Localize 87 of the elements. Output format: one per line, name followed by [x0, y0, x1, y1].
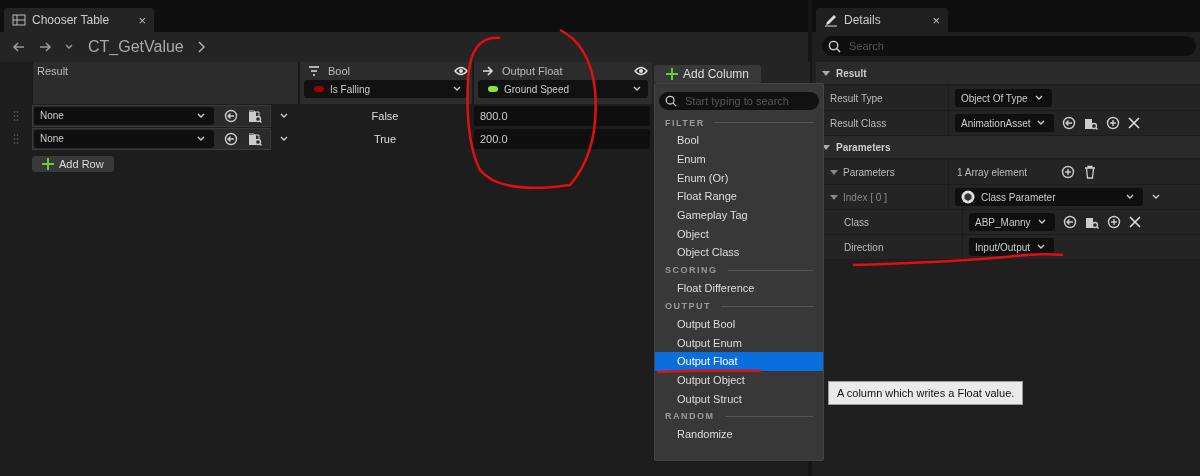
clear-icon[interactable]: [1128, 216, 1141, 228]
eye-icon[interactable]: [634, 66, 648, 76]
clear-icon[interactable]: [1128, 117, 1141, 129]
menu-item[interactable]: Enum (Or): [655, 168, 823, 188]
expand-triangle-icon[interactable]: [830, 168, 838, 176]
asset-dropdown[interactable]: None: [34, 106, 214, 125]
expand-triangle-icon[interactable]: [830, 193, 838, 201]
property-label: Parameters: [843, 166, 895, 178]
close-button[interactable]: ×: [138, 12, 146, 28]
property-dropdown[interactable]: Input/Output: [969, 238, 1055, 256]
use-selected-icon[interactable]: [1062, 116, 1077, 130]
menu-section-title: FILTER: [665, 117, 705, 128]
table-icon: [12, 13, 26, 27]
binding-dropdown[interactable]: Is Falling: [304, 80, 468, 98]
struct-type-dropdown[interactable]: Class Parameter: [955, 188, 1143, 206]
search-icon: [665, 95, 677, 107]
drag-handle-icon[interactable]: [13, 109, 19, 122]
property-label: Class: [844, 216, 869, 228]
browse-folder-icon[interactable]: [248, 108, 262, 123]
menu-section-title: SCORING: [665, 265, 718, 276]
bool-value: True: [373, 132, 397, 145]
menu-item[interactable]: Randomize: [655, 424, 823, 444]
section-title: Parameters: [836, 141, 891, 153]
menu-item[interactable]: Output Bool: [655, 314, 823, 334]
bool-value: False: [371, 109, 399, 122]
menu-section-title: OUTPUT: [665, 301, 711, 311]
binding-dropdown[interactable]: Ground Speed: [478, 80, 648, 98]
column-title: Result: [37, 65, 69, 77]
eye-icon[interactable]: [454, 66, 468, 76]
editor-tab[interactable]: Chooser Table ×: [4, 8, 154, 32]
use-selected-icon[interactable]: [224, 108, 238, 123]
close-button[interactable]: ×: [932, 12, 940, 28]
menu-search-bar[interactable]: Start typing to search: [659, 92, 819, 110]
section-title: Result: [836, 67, 867, 79]
menu-item[interactable]: Output Struct: [655, 389, 823, 408]
float-input-field[interactable]: 800.0: [474, 105, 650, 126]
menu-section-title: RANDOM: [665, 411, 715, 422]
browse-folder-icon[interactable]: [1084, 116, 1099, 130]
float-input-field[interactable]: 200.0: [474, 128, 650, 149]
trash-icon[interactable]: [1083, 165, 1098, 179]
drag-handle-icon[interactable]: [13, 132, 19, 145]
plus-icon: [666, 68, 678, 80]
search-bar[interactable]: Search: [822, 36, 1196, 56]
use-selected-icon[interactable]: [1062, 215, 1077, 229]
property-label: Result Class: [830, 117, 887, 129]
details-tab[interactable]: Details ×: [816, 8, 948, 32]
menu-item[interactable]: Float Difference: [655, 278, 823, 298]
menu-item[interactable]: Output Object: [655, 370, 823, 390]
search-icon: [828, 39, 841, 53]
add-icon[interactable]: [1061, 165, 1076, 179]
forward-arrow-icon[interactable]: [38, 40, 52, 54]
class-icon: [961, 190, 975, 204]
property-label: Direction: [844, 241, 884, 253]
array-count: 1 Array element: [956, 166, 1028, 178]
tooltip: A column which writes a Float value.: [828, 381, 1024, 405]
class-dropdown[interactable]: AnimationAsset: [955, 114, 1055, 132]
tab-title: Details: [844, 13, 882, 27]
add-icon[interactable]: [1106, 215, 1121, 229]
use-selected-icon[interactable]: [224, 131, 238, 146]
column-title: Output Float: [502, 65, 563, 77]
column-title: Bool: [328, 65, 351, 77]
property-dropdown[interactable]: Object Of Type: [955, 89, 1052, 107]
asset-dropdown[interactable]: None: [34, 129, 214, 148]
asset-name: CT_GetValue: [88, 38, 184, 56]
add-column-button[interactable]: Add Column: [654, 65, 762, 83]
browse-folder-icon[interactable]: [1084, 215, 1099, 229]
section-header[interactable]: Result: [816, 62, 1200, 84]
add-icon[interactable]: [1106, 116, 1121, 130]
search-field[interactable]: Search: [847, 39, 1196, 53]
property-label: Result Type: [830, 92, 883, 104]
menu-item[interactable]: Object Class: [655, 243, 823, 262]
class-dropdown[interactable]: ABP_Manny: [969, 213, 1055, 231]
back-arrow-icon[interactable]: [12, 40, 26, 54]
menu-item[interactable]: Float Range: [655, 187, 823, 206]
menu-search-field[interactable]: Start typing to search: [683, 94, 819, 108]
filter-icon: [308, 65, 320, 77]
add-row-button[interactable]: Add Row: [32, 156, 114, 172]
menu-item[interactable]: Object: [655, 224, 823, 244]
menu-item[interactable]: Output Enum: [655, 333, 823, 352]
property-label: Index [ 0 ]: [843, 191, 887, 203]
menu-item[interactable]: Gameplay Tag: [655, 205, 823, 225]
tab-title: Chooser Table: [32, 13, 111, 27]
menu-item[interactable]: Output Float: [655, 351, 823, 371]
plus-icon: [42, 158, 54, 170]
right-arrow-icon: [482, 65, 494, 77]
browse-folder-icon[interactable]: [248, 131, 262, 146]
pencil-icon: [824, 13, 838, 27]
